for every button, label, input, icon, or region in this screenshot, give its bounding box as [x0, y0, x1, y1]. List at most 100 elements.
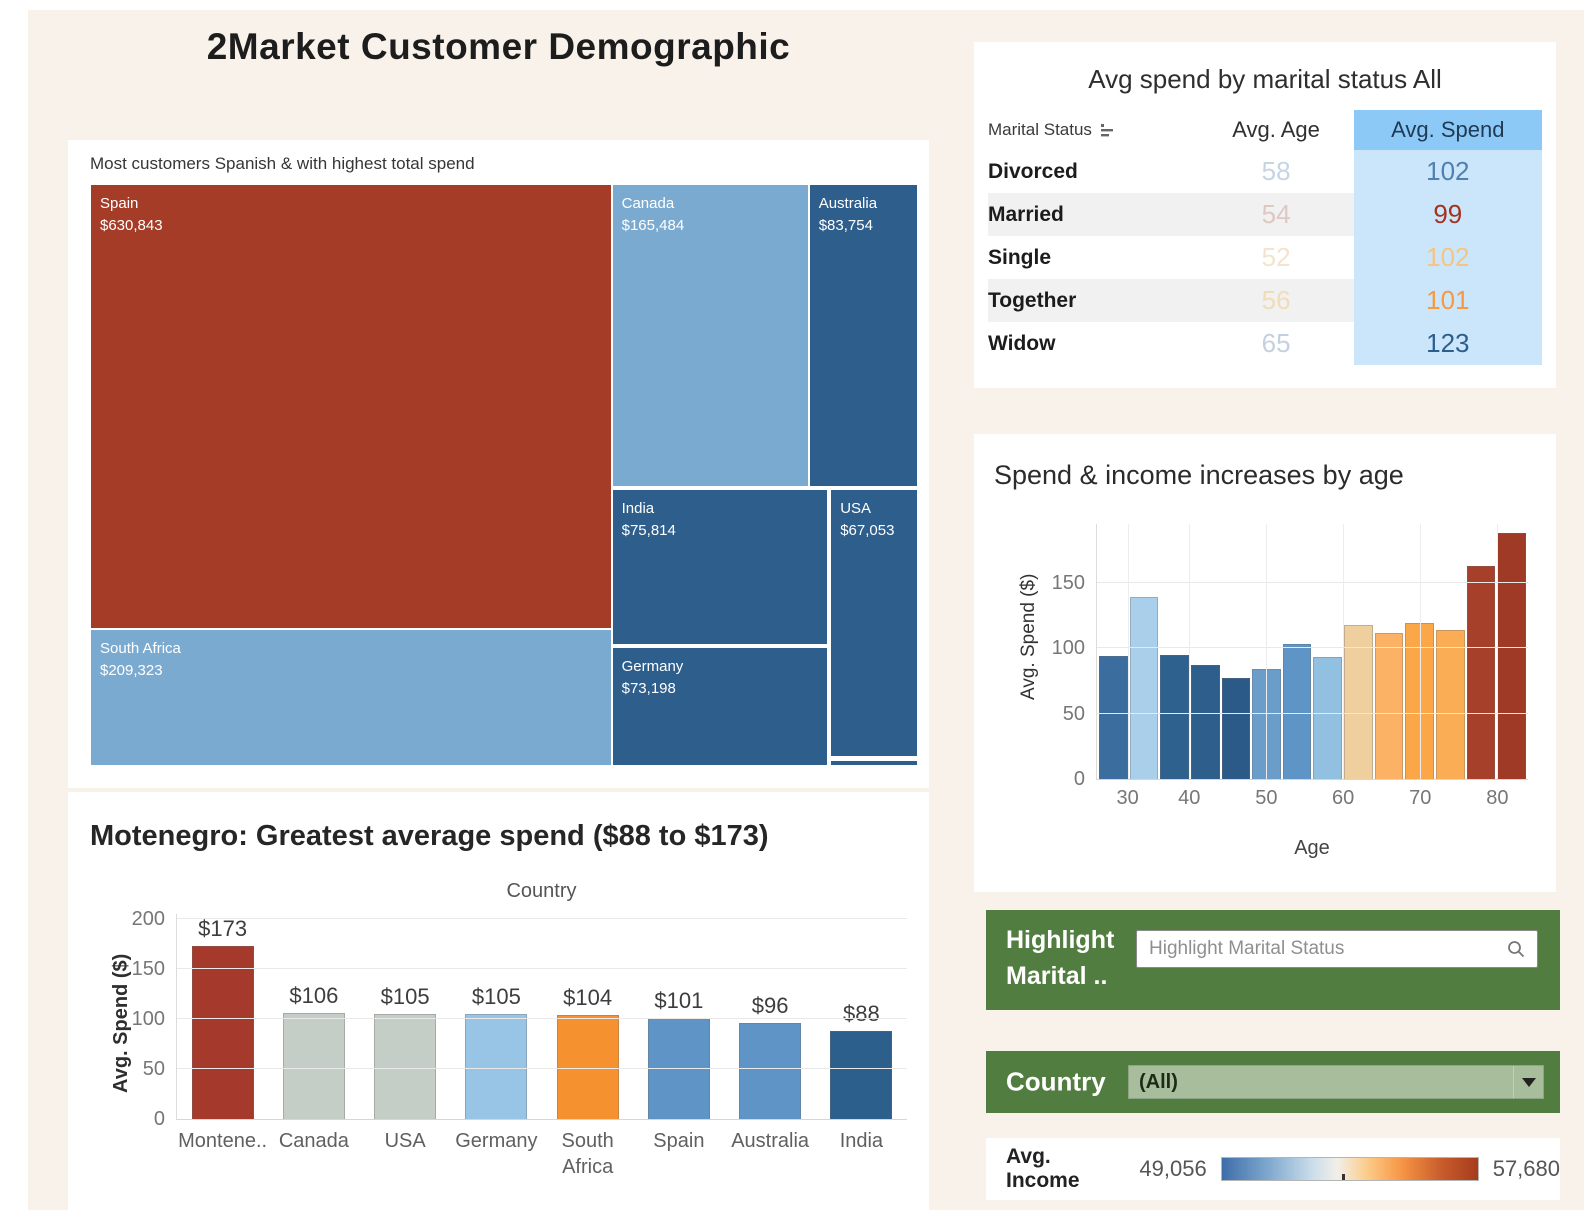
y-tick-label: 0 [153, 1108, 165, 1130]
age-bar-11[interactable] [1436, 629, 1465, 779]
income-gradient-bar[interactable] [1220, 1157, 1479, 1181]
country-bar-slot: $105 [451, 914, 542, 1119]
marital-table: Marital Status Avg. Age Avg. Spend Divor… [988, 110, 1542, 365]
country-bar-montene[interactable] [191, 946, 254, 1119]
gridline [177, 918, 907, 919]
table-row-divorced[interactable]: Divorced 58 102 [988, 150, 1542, 193]
gridline-vertical [1127, 524, 1129, 779]
chevron-down-icon [1521, 1077, 1536, 1087]
gridline-vertical [1189, 524, 1191, 779]
age-bar-12[interactable] [1466, 565, 1496, 779]
table-row-together[interactable]: Together 56 101 [988, 279, 1542, 322]
y-tick-label: 100 [1051, 637, 1085, 660]
x-tick-label: 60 [1331, 787, 1355, 809]
bar-value-label: $106 [289, 983, 339, 1008]
country-bar-slot: $173 [177, 914, 268, 1119]
age-bar-9[interactable] [1374, 632, 1404, 779]
marital-table-title: Avg spend by marital status All [1088, 64, 1442, 94]
y-tick-label: 50 [1062, 702, 1085, 725]
country-bar-southafrica[interactable] [556, 1015, 619, 1119]
marital-table-card: Avg spend by marital status All Marital … [974, 42, 1556, 388]
highlight-filter-label: Highlight Marital .. [1006, 926, 1115, 991]
x-category-label: Spain [653, 1130, 705, 1152]
x-category-label: Germany [455, 1130, 538, 1152]
treemap-node-label: Spain [100, 195, 139, 212]
treemap-node-south-africa[interactable]: South Africa $209,323 [90, 629, 612, 766]
y-tick-label: 150 [131, 958, 165, 980]
treemap-node-value: $83,754 [818, 216, 873, 234]
highlight-marital-status-input[interactable] [1136, 930, 1538, 968]
search-icon[interactable] [1506, 939, 1526, 959]
sort-icon[interactable] [1100, 123, 1115, 137]
bar-value-label: $88 [843, 1001, 880, 1026]
bar-value-label: $104 [563, 985, 613, 1010]
country-bar-india[interactable] [830, 1031, 893, 1119]
treemap-node-value: $630,843 [100, 216, 163, 234]
treemap-node-australia[interactable]: Australia $83,754 [808, 184, 918, 488]
gridline [1097, 647, 1528, 649]
age-chart-card: Spend & income increases by age Avg. Spe… [974, 434, 1556, 892]
x-category-label: Montene.. [178, 1130, 268, 1152]
column-header-avg-age[interactable]: Avg. Age [1199, 117, 1354, 143]
bar-value-label: $105 [471, 984, 521, 1009]
highlight-filter-panel: Highlight Marital .. [986, 910, 1560, 1010]
treemap-node-spain[interactable]: Spain $630,843 [90, 184, 612, 630]
country-chart-x-axis-title: Country [506, 880, 577, 902]
table-row-widow[interactable]: Widow 65 123 [988, 322, 1542, 365]
country-bar-australia[interactable] [739, 1023, 802, 1119]
avg-age-cell: 58 [1261, 156, 1291, 186]
age-bar-1[interactable] [1129, 597, 1159, 779]
country-filter-panel: Country (All) [986, 1051, 1560, 1113]
country-chart-card: Motenegro: Greatest average spend ($88 t… [68, 792, 929, 1210]
treemap-subtitle: Most customers Spanish & with highest to… [90, 154, 475, 173]
income-legend-label: Avg. Income [1006, 1145, 1080, 1192]
age-bar-4[interactable] [1221, 678, 1251, 779]
y-tick-label: 0 [1073, 768, 1085, 790]
avg-spend-cell: 123 [1353, 322, 1542, 365]
column-header-avg-spend[interactable]: Avg. Spend [1353, 110, 1542, 150]
x-tick-label: 70 [1409, 787, 1432, 809]
x-tick-label: 50 [1255, 787, 1278, 809]
avg-age-cell: 54 [1198, 193, 1354, 236]
x-category-label: South Africa [561, 1130, 614, 1178]
age-bar-13[interactable] [1497, 533, 1526, 779]
page-title: 2Market Customer Demographic [206, 26, 791, 67]
marital-table-header: Marital Status Avg. Age Avg. Spend [988, 110, 1542, 150]
country-bar-slot: $106 [268, 914, 359, 1119]
treemap-node-india[interactable]: India $75,814 [611, 488, 828, 645]
avg-age-cell: 52 [1261, 242, 1291, 272]
gridline [1097, 581, 1528, 583]
treemap-node-usa[interactable]: USA $67,053 [830, 488, 918, 758]
avg-age-cell: 56 [1198, 279, 1354, 322]
treemap-node-value: $75,814 [621, 521, 676, 539]
country-bar-germany[interactable] [465, 1014, 528, 1119]
bar-value-label: $101 [654, 988, 704, 1013]
age-bar-2[interactable] [1160, 654, 1189, 779]
table-row-single[interactable]: Single 52 102 [988, 236, 1542, 279]
treemap-node-label: Australia [818, 195, 878, 212]
country-bar-slot: $105 [360, 914, 451, 1119]
gridline [177, 1018, 907, 1019]
avg-age-cell: 65 [1261, 328, 1291, 358]
treemap-node-small[interactable] [830, 759, 918, 766]
country-bar-usa[interactable] [374, 1014, 437, 1119]
bar-value-label: $96 [751, 993, 789, 1018]
column-header-marital-status[interactable]: Marital Status [988, 120, 1199, 140]
country-filter-label: Country [1006, 1066, 1106, 1097]
dropdown-arrow-button[interactable] [1513, 1066, 1543, 1098]
country-bar-canada[interactable] [282, 1013, 345, 1119]
treemap-node-canada[interactable]: Canada $165,484 [611, 184, 809, 488]
age-bar-0[interactable] [1099, 656, 1128, 779]
treemap-node-germany[interactable]: Germany $73,198 [611, 647, 828, 766]
dashboard: 2Market Customer Demographic Most custom… [28, 10, 1584, 1210]
country-bar-slot: $104 [542, 914, 633, 1119]
treemap-node-label: Germany [621, 658, 684, 676]
avg-spend-cell: 102 [1353, 236, 1542, 279]
income-gradient-tick [1342, 1174, 1346, 1180]
age-bar-7[interactable] [1313, 657, 1343, 779]
treemap-node-label: South Africa [100, 640, 181, 658]
country-dropdown[interactable]: (All) [1128, 1065, 1544, 1099]
gridline [1097, 712, 1528, 714]
table-row-married[interactable]: Married 54 99 [988, 193, 1542, 236]
age-bar-3[interactable] [1190, 665, 1220, 779]
